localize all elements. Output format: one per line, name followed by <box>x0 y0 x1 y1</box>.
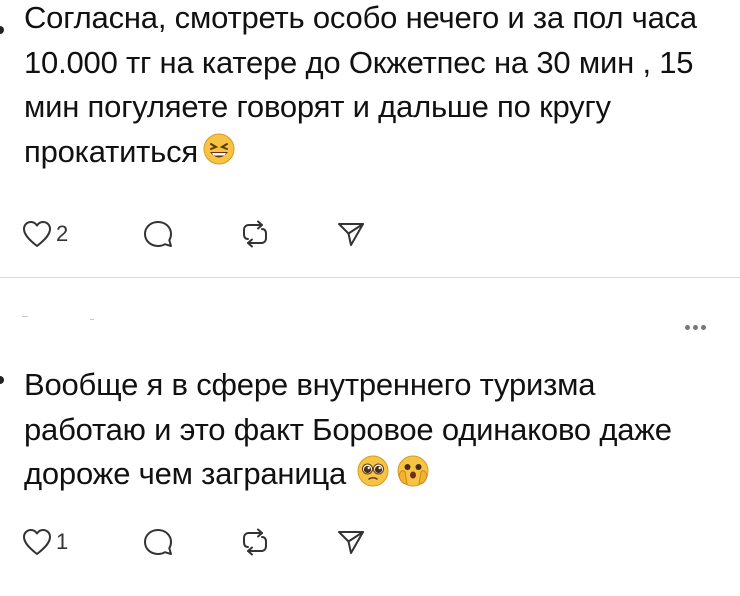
post-actions: 2 <box>22 214 366 254</box>
repost-icon <box>243 220 267 248</box>
comment-bubble-icon <box>144 221 172 247</box>
comment-text: Вообще я в сфере внутреннего туризма раб… <box>24 363 724 501</box>
post-actions: 1 <box>22 522 366 562</box>
like-count: 1 <box>56 529 69 554</box>
more-dot-icon <box>685 325 690 330</box>
comment-post: Согласна, смотреть особо нечего и за пол… <box>0 0 740 277</box>
send-icon <box>338 531 364 554</box>
comment-bubble-icon <box>144 529 172 555</box>
reply-button[interactable] <box>142 219 240 249</box>
reply-button[interactable] <box>142 527 240 557</box>
more-dot-icon <box>701 325 706 330</box>
faint-line <box>22 316 28 317</box>
pleading-face-icon <box>356 454 390 501</box>
more-dot-icon <box>693 325 698 330</box>
comment-text: Согласна, смотреть особо нечего и за пол… <box>24 0 724 178</box>
like-button[interactable]: 1 <box>22 528 142 556</box>
repost-button[interactable] <box>240 219 336 249</box>
more-options-button[interactable] <box>685 325 706 330</box>
thread-line-dot <box>0 376 4 384</box>
share-button[interactable] <box>336 219 366 249</box>
comment-post: Вообще я в сфере внутреннего туризма раб… <box>0 279 740 596</box>
send-icon <box>338 223 364 246</box>
like-button[interactable]: 2 <box>22 220 142 248</box>
like-count: 2 <box>56 221 69 246</box>
repost-button[interactable] <box>240 527 336 557</box>
repost-icon <box>243 528 267 556</box>
heart-icon <box>23 529 51 555</box>
heart-icon <box>23 221 51 247</box>
thread-line-dot <box>0 26 4 34</box>
grinning-squinting-face-icon <box>202 132 236 179</box>
faint-line <box>90 319 94 320</box>
share-button[interactable] <box>336 527 366 557</box>
face-holding-back-tears-icon <box>396 454 430 501</box>
post-divider <box>0 277 740 278</box>
